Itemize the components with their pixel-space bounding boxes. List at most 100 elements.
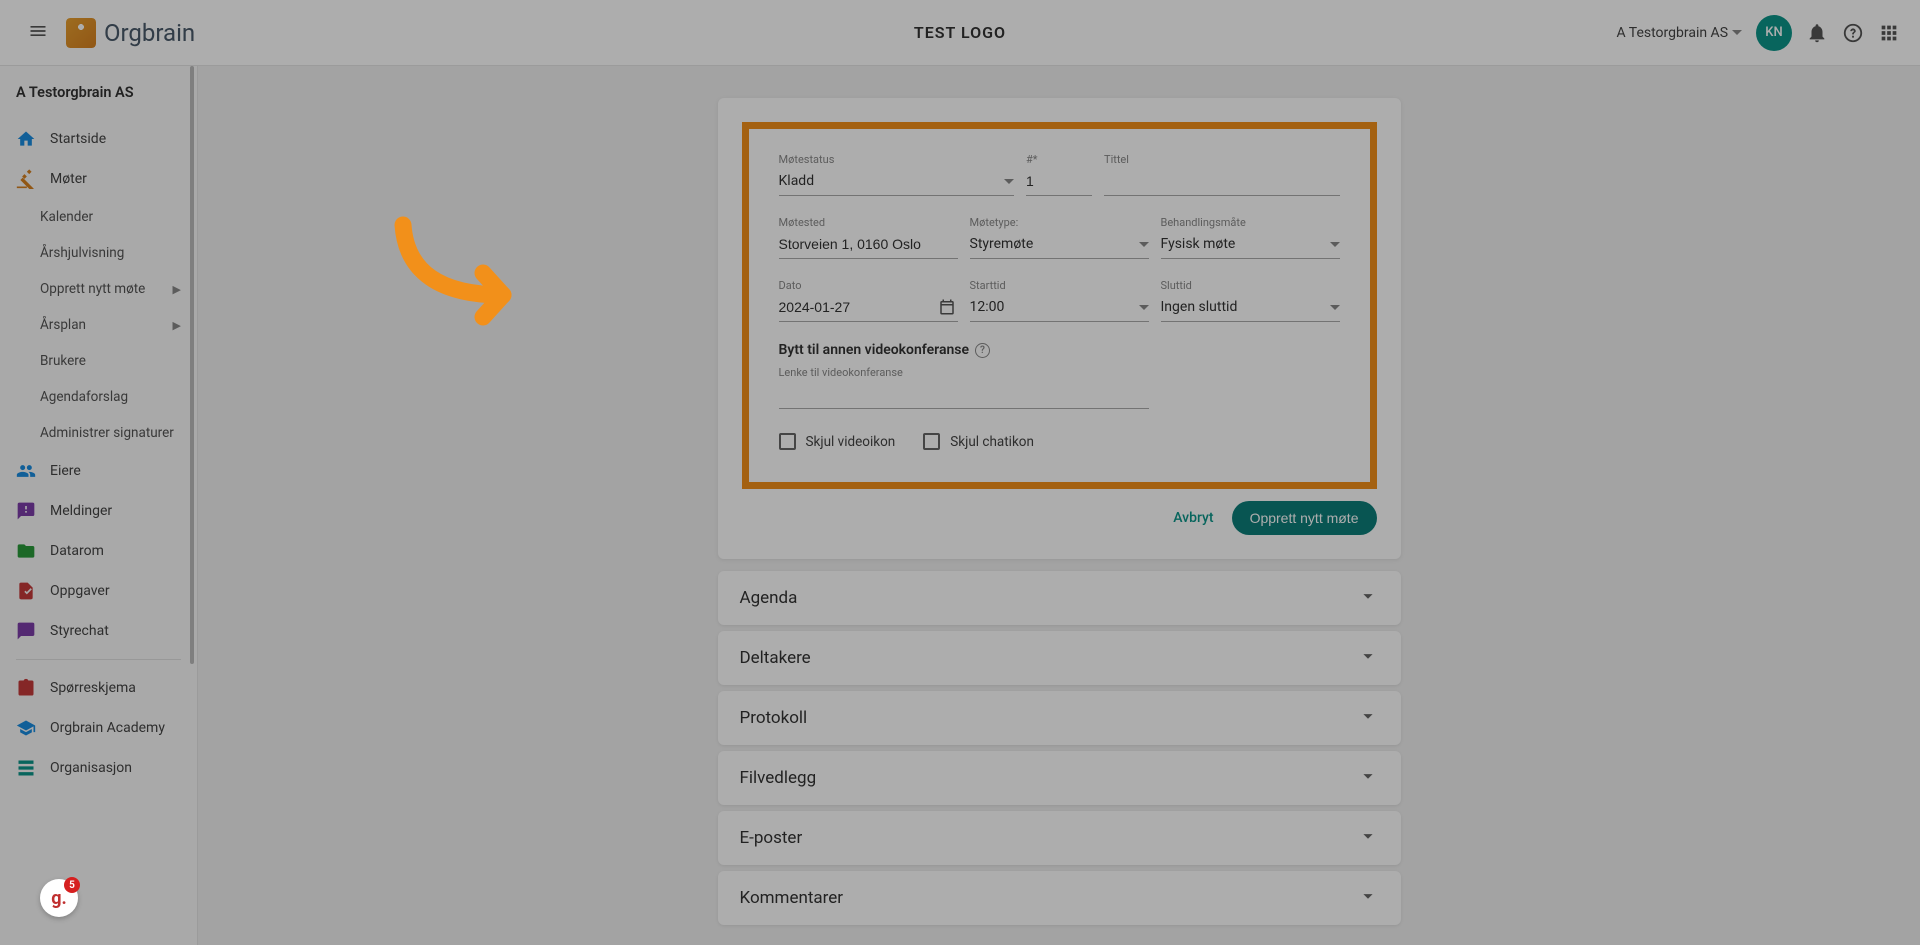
highlighted-form-area: Møtestatus Kladd #* Tittel — [742, 122, 1377, 489]
chevron-down-icon — [1330, 305, 1340, 310]
floating-app-button[interactable]: g. 5 — [40, 879, 78, 917]
field-tittel: Tittel — [1104, 153, 1340, 196]
chevron-down-icon — [1004, 179, 1014, 184]
scrollbar[interactable] — [190, 66, 194, 664]
motetype-select[interactable]: Styremøte — [970, 232, 1149, 259]
behandling-select[interactable]: Fysisk møte — [1161, 232, 1340, 259]
page-title: TEST LOGO — [914, 23, 1006, 42]
accordion-kommentarer[interactable]: Kommentarer — [718, 871, 1401, 925]
bell-icon[interactable] — [1806, 22, 1828, 44]
sidebar-item-kalender[interactable]: Kalender — [0, 199, 197, 235]
meeting-form-card: Møtestatus Kladd #* Tittel — [718, 98, 1401, 559]
sidebar-item-arsplan[interactable]: Årsplan▶ — [0, 307, 197, 343]
app-header: Orgbrain TEST LOGO A Testorgbrain AS KN — [0, 0, 1920, 66]
chevron-down-icon — [1357, 705, 1379, 731]
chevron-down-icon — [1357, 765, 1379, 791]
sidebar-item-brukere[interactable]: Brukere — [0, 343, 197, 379]
checkbox-icon — [923, 433, 940, 450]
folder-icon — [16, 541, 36, 561]
sidebar-item-label: Spørreskjema — [50, 680, 136, 696]
sidebar-item-label: Styrechat — [50, 623, 109, 639]
accordion-eposter[interactable]: E-poster — [718, 811, 1401, 865]
task-icon — [16, 581, 36, 601]
dato-input[interactable] — [779, 295, 958, 322]
videoconf-link-input[interactable] — [779, 382, 1149, 409]
chat-icon — [16, 621, 36, 641]
sidebar-item-eiere[interactable]: Eiere — [0, 451, 197, 491]
clipboard-icon — [16, 678, 36, 698]
field-starttid[interactable]: Starttid 12:00 — [970, 279, 1149, 322]
field-nummer: #* — [1026, 153, 1092, 196]
help-icon[interactable]: ? — [975, 343, 990, 358]
sidebar-item-arshjul[interactable]: Årshjulvisning — [0, 235, 197, 271]
accordion-protokoll[interactable]: Protokoll — [718, 691, 1401, 745]
sidebar-item-label: Oppgaver — [50, 583, 110, 599]
checkbox-icon — [779, 433, 796, 450]
logo-mark-icon — [66, 18, 96, 48]
field-videoconf-link: Lenke til videokonferanse — [779, 366, 1149, 409]
field-motetype[interactable]: Møtetype: Styremøte — [970, 216, 1149, 259]
checkbox-skjul-video[interactable]: Skjul videoikon — [779, 433, 896, 450]
org-icon — [16, 758, 36, 778]
sidebar-item-datarom[interactable]: Datarom — [0, 531, 197, 571]
help-icon[interactable] — [1842, 22, 1864, 44]
accordion-filvedlegg[interactable]: Filvedlegg — [718, 751, 1401, 805]
sidebar-item-startside[interactable]: Startside — [0, 119, 197, 159]
chevron-down-icon — [1139, 305, 1149, 310]
sidebar-item-organisasjon[interactable]: Organisasjon — [0, 748, 197, 788]
people-icon — [16, 461, 36, 481]
sidebar-item-oppgaver[interactable]: Oppgaver — [0, 571, 197, 611]
chevron-down-icon — [1139, 242, 1149, 247]
sidebar-item-label: Startside — [50, 131, 106, 147]
sidebar-org-title: A Testorgbrain AS — [0, 84, 197, 119]
sidebar-item-agendaforslag[interactable]: Agendaforslag — [0, 379, 197, 415]
chevron-down-icon — [1357, 585, 1379, 611]
field-behandling[interactable]: Behandlingsmåte Fysisk møte — [1161, 216, 1340, 259]
accordion-deltakere[interactable]: Deltakere — [718, 631, 1401, 685]
main-content: Møtestatus Kladd #* Tittel — [198, 66, 1920, 945]
calendar-icon[interactable] — [938, 298, 956, 316]
sidebar-item-label: Eiere — [50, 463, 81, 479]
gavel-icon — [16, 169, 36, 189]
sidebar-item-sporre[interactable]: Spørreskjema — [0, 668, 197, 708]
sluttid-select[interactable]: Ingen sluttid — [1161, 295, 1340, 322]
sidebar-item-moter[interactable]: Møter — [0, 159, 197, 199]
org-selector-label: A Testorgbrain AS — [1616, 25, 1728, 41]
submit-button[interactable]: Opprett nytt møte — [1232, 501, 1377, 535]
sidebar-item-opprett[interactable]: Opprett nytt møte▶ — [0, 271, 197, 307]
chevron-right-icon: ▶ — [173, 319, 181, 332]
accordion-agenda[interactable]: Agenda — [718, 571, 1401, 625]
checkbox-skjul-chat[interactable]: Skjul chatikon — [923, 433, 1034, 450]
logo: Orgbrain — [66, 18, 195, 48]
org-selector[interactable]: A Testorgbrain AS — [1616, 25, 1742, 41]
field-dato[interactable]: Dato — [779, 279, 958, 322]
notification-badge: 5 — [64, 877, 80, 893]
tittel-input[interactable] — [1104, 169, 1340, 196]
field-motestatus[interactable]: Møtestatus Kladd — [779, 153, 1015, 196]
sidebar-item-label: Organisasjon — [50, 760, 132, 776]
chevron-down-icon — [1357, 825, 1379, 851]
school-icon — [16, 718, 36, 738]
nummer-input[interactable] — [1026, 169, 1092, 196]
sidebar-item-academy[interactable]: Orgbrain Academy — [0, 708, 197, 748]
motestatus-select[interactable]: Kladd — [779, 169, 1015, 196]
sidebar-item-label: Møter — [50, 171, 87, 187]
sidebar-item-styrechat[interactable]: Styrechat — [0, 611, 197, 651]
hamburger-icon — [28, 21, 48, 41]
menu-button[interactable] — [20, 13, 56, 53]
field-sluttid[interactable]: Sluttid Ingen sluttid — [1161, 279, 1340, 322]
sidebar-item-signaturer[interactable]: Administrer signaturer — [0, 415, 197, 451]
sidebar: A Testorgbrain AS Startside Møter Kalend… — [0, 66, 198, 945]
sidebar-item-meldinger[interactable]: Meldinger — [0, 491, 197, 531]
starttid-select[interactable]: 12:00 — [970, 295, 1149, 322]
sidebar-item-label: Meldinger — [50, 503, 112, 519]
chevron-down-icon — [1732, 30, 1742, 35]
motested-input[interactable] — [779, 232, 958, 259]
chevron-down-icon — [1357, 885, 1379, 911]
avatar[interactable]: KN — [1756, 15, 1792, 51]
announcement-icon — [16, 501, 36, 521]
cancel-button[interactable]: Avbryt — [1173, 510, 1213, 526]
header-right: A Testorgbrain AS KN — [1616, 15, 1900, 51]
field-motested: Møtested — [779, 216, 958, 259]
apps-icon[interactable] — [1878, 22, 1900, 44]
